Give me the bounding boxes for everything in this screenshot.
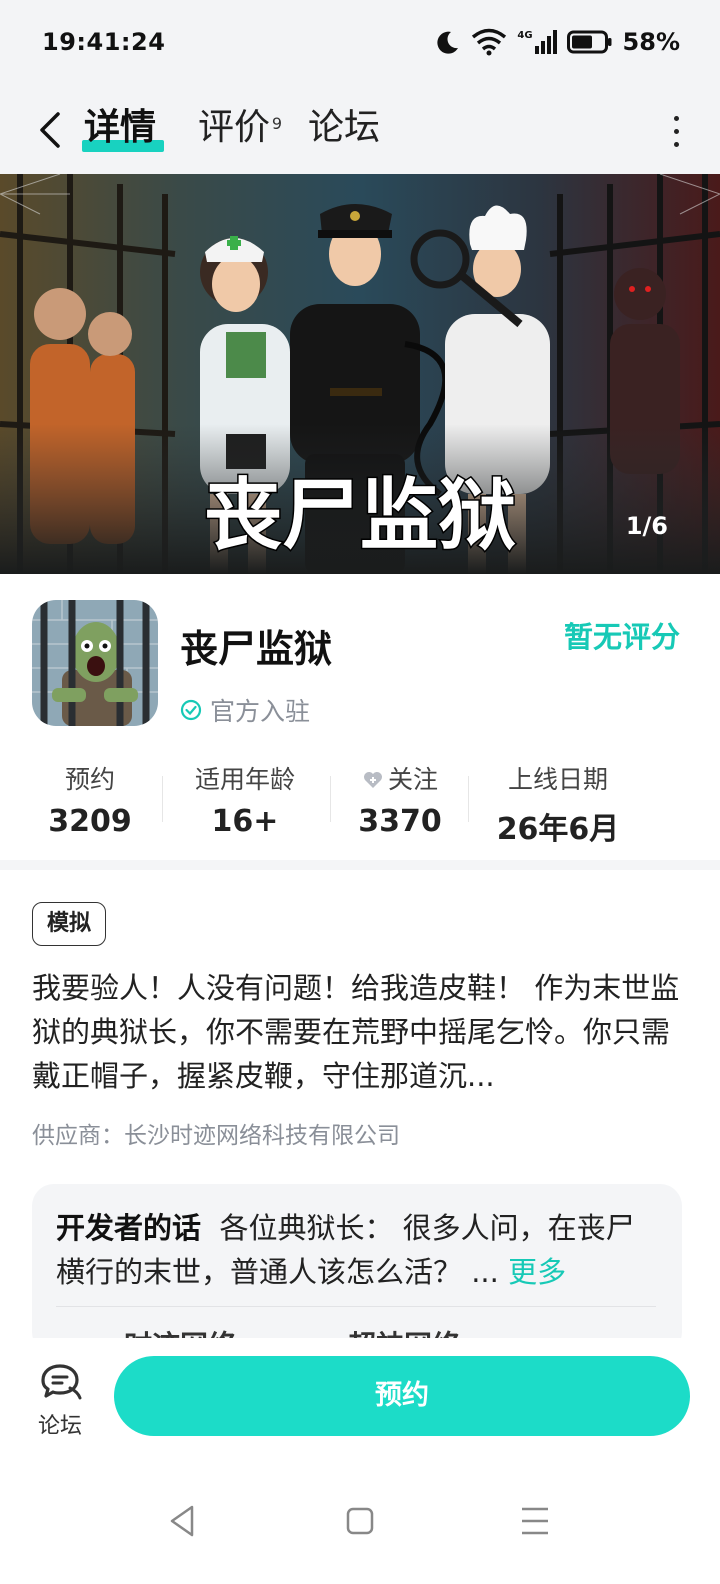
stat-followers[interactable]: 关注 3370 <box>340 762 460 839</box>
reserve-button[interactable]: 预约 <box>114 1356 690 1436</box>
developer-note-card[interactable]: 开发者的话 各位典狱长： 很多人问，在丧尸横行的末世，普通人该怎么活？ ... … <box>32 1184 682 1354</box>
system-home-icon[interactable] <box>346 1504 374 1538</box>
stat-label: 预约 <box>64 765 115 794</box>
chat-bubble-icon <box>41 1364 82 1400</box>
stat-label: 适用年龄 <box>194 765 295 794</box>
more-dot-icon <box>673 115 679 121</box>
battery-icon <box>566 30 612 54</box>
developer-note-divider <box>56 1306 656 1307</box>
system-back-icon[interactable] <box>168 1504 196 1538</box>
stat-value: 3370 <box>358 804 442 839</box>
rating-status[interactable]: 暂无评分 <box>564 614 680 656</box>
app-icon[interactable] <box>32 600 158 726</box>
developer-note-heading: 开发者的话 <box>56 1211 202 1245</box>
wifi-icon <box>472 28 507 56</box>
app-name: 丧尸监狱 <box>180 627 333 671</box>
reviews-count-badge: 9 <box>271 114 283 133</box>
more-dot-icon <box>673 128 679 134</box>
stat-label-row: 关注 <box>340 762 460 798</box>
moon-icon <box>437 31 459 54</box>
forum-button[interactable]: 论坛 <box>28 1362 92 1440</box>
verified-check-icon <box>180 699 202 721</box>
heart-plus-icon <box>363 772 382 788</box>
stats-row: 预约 3209 适用年龄 16+ 关注 3370 上线日期 26年6月 <box>0 754 720 860</box>
developer-note: 开发者的话 各位典狱长： 很多人问，在丧尸横行的末世，普通人该怎么活？ ... … <box>56 1206 656 1294</box>
supplier-info: 供应商：长沙时迹网络科技有限公司 <box>32 1123 400 1149</box>
battery-percent: 58% <box>622 28 680 56</box>
banner-title-text: 丧尸监狱 <box>204 471 516 561</box>
tab-forum-label: 论坛 <box>308 107 381 148</box>
genre-tag[interactable]: 模拟 <box>32 902 107 946</box>
bottom-action-bar: 论坛 预约 <box>0 1338 720 1460</box>
back-arrow-icon <box>40 112 60 148</box>
stat-value: 16+ <box>211 804 279 839</box>
tab-reviews[interactable]: 评价 9 <box>198 100 282 156</box>
forum-button-label: 论坛 <box>37 1414 82 1439</box>
stat-label: 关注 <box>387 765 438 794</box>
official-label: 官方入驻 <box>210 697 311 726</box>
more-dot-icon <box>673 141 679 147</box>
more-options-button[interactable] <box>666 106 686 156</box>
tab-details[interactable]: 详情 <box>82 100 164 156</box>
system-navigation-bar <box>0 1460 720 1584</box>
tab-forum[interactable]: 论坛 <box>308 100 380 156</box>
top-nav: 详情 评价 9 论坛 <box>0 88 720 174</box>
back-button[interactable] <box>30 106 70 154</box>
stat-value: 26年6月 <box>496 812 620 847</box>
status-time: 19:41:24 <box>42 28 166 56</box>
stat-value: 3209 <box>48 804 132 839</box>
banner-artwork: 丧尸监狱 <box>0 174 720 574</box>
status-bar: 19:41:24 4G 58% <box>0 0 720 88</box>
section-separator <box>0 860 720 870</box>
stat-divider <box>468 776 469 822</box>
status-icons: 4G 58% <box>435 24 680 60</box>
tab-details-label: 详情 <box>84 107 157 148</box>
system-menu-icon[interactable] <box>520 1504 550 1538</box>
stat-age-rating: 适用年龄 16+ <box>180 762 310 839</box>
stat-label: 上线日期 <box>507 765 608 794</box>
official-badge: 官方入驻 <box>180 692 310 728</box>
stat-divider <box>330 776 331 822</box>
game-description[interactable]: 我要验人！人没有问题！给我造皮鞋！ 作为末世监狱的典狱长，你不需要在荒野中摇尾乞… <box>32 966 688 1098</box>
network-type-icon: 4G <box>517 30 557 54</box>
stat-reservations: 预约 3209 <box>30 762 150 839</box>
screenshot-carousel[interactable]: 丧尸监狱 1/6 <box>0 174 720 574</box>
carousel-counter: 1/6 <box>625 512 668 540</box>
app-header: 丧尸监狱 官方入驻 暂无评分 <box>0 574 720 754</box>
stat-release-date: 上线日期 26年6月 <box>488 762 628 848</box>
developer-note-more-link[interactable]: 更多 <box>508 1255 566 1289</box>
stat-divider <box>162 776 163 822</box>
tab-reviews-label: 评价 <box>198 107 271 148</box>
zombie-app-icon <box>32 600 158 726</box>
